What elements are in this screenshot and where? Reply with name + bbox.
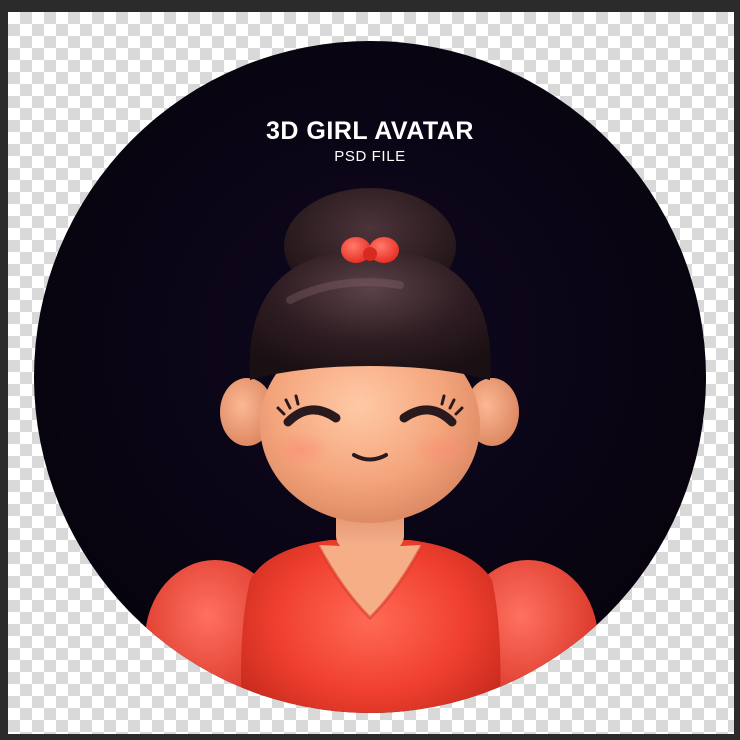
poster-heading: 3D GIRL AVATAR PSD FILE [0, 116, 740, 166]
girl-avatar-illustration [34, 41, 706, 713]
poster-subtitle: PSD FILE [334, 148, 406, 165]
poster-title: 3D GIRL AVATAR [266, 117, 474, 145]
